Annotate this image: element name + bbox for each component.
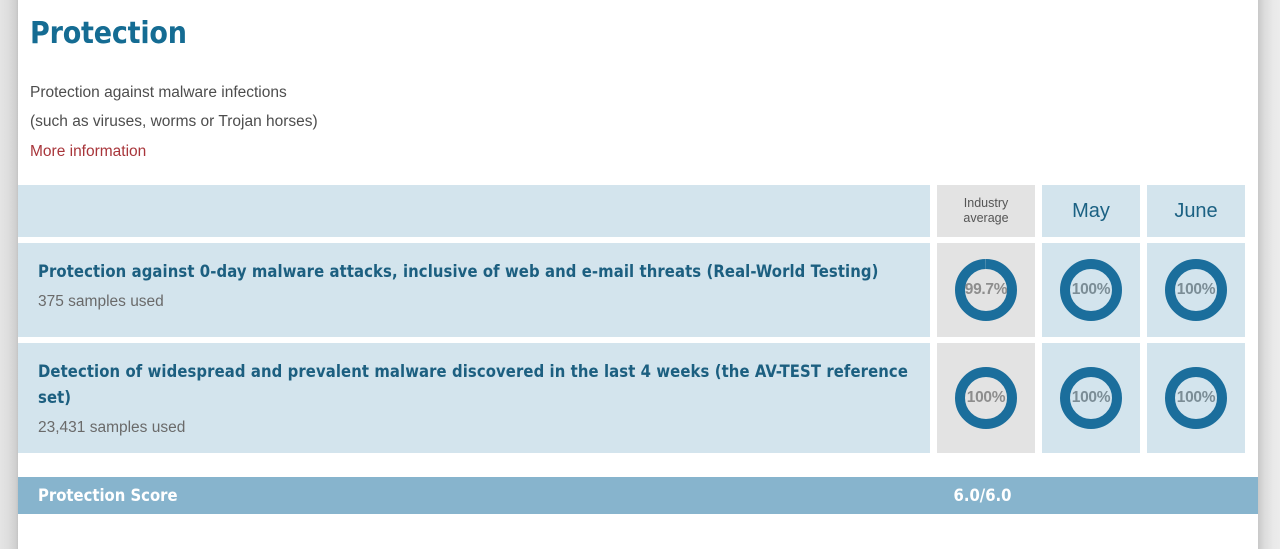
metric-cell-may: 100% — [1042, 243, 1140, 337]
donut-chart-may-row1: 100% — [1057, 256, 1125, 324]
protection-score-label: Protection Score — [38, 486, 178, 505]
protection-score-value: 6.0/6.0 — [953, 486, 1012, 505]
donut-value: 100% — [966, 389, 1006, 406]
industry-average-line-1: Industry — [963, 196, 1009, 210]
row-label-cell: Protection against 0-day malware attacks… — [18, 243, 930, 337]
donut-wrapper: 99.7% — [952, 243, 1020, 337]
description-line-1: Protection against malware infections — [30, 84, 287, 101]
donut-value: 100% — [1176, 389, 1216, 406]
page-left-gutter — [0, 0, 18, 549]
more-information-link[interactable]: More information — [30, 137, 146, 166]
donut-chart-industry-row1: 99.7% — [952, 256, 1020, 324]
column-header-june: June — [1147, 185, 1245, 237]
row-samples: 23,431 samples used — [38, 419, 186, 436]
metric-cell-june: 100% — [1147, 343, 1245, 453]
donut-wrapper: 100% — [1162, 351, 1230, 445]
donut-value: 99.7% — [964, 281, 1008, 298]
column-header-industry-average: Industry average — [937, 185, 1035, 237]
table-header-row: Industry average May June — [18, 185, 1258, 237]
protection-score-bar: Protection Score 6.0/6.0 — [18, 477, 1258, 514]
page-root: Protection Protection against malware in… — [0, 0, 1280, 549]
metric-cell-industry: 99.7% — [937, 243, 1035, 337]
donut-wrapper: 100% — [1057, 351, 1125, 445]
section-description: Protection against malware infections (s… — [30, 78, 1258, 136]
table-row: Detection of widespread and prevalent ma… — [18, 343, 1258, 453]
row-label-cell: Detection of widespread and prevalent ma… — [18, 343, 930, 453]
row-title: Detection of widespread and prevalent ma… — [38, 362, 908, 407]
donut-wrapper: 100% — [952, 351, 1020, 445]
page-right-gutter — [1258, 0, 1280, 549]
metric-cell-may: 100% — [1042, 343, 1140, 453]
results-table: Industry average May June Protection aga… — [18, 185, 1258, 459]
donut-chart-industry-row2: 100% — [952, 364, 1020, 432]
donut-chart-june-row1: 100% — [1162, 256, 1230, 324]
donut-value: 100% — [1071, 281, 1111, 298]
metric-cell-industry: 100% — [937, 343, 1035, 453]
table-row: Protection against 0-day malware attacks… — [18, 243, 1258, 337]
industry-average-line-2: average — [963, 211, 1009, 225]
page-title: Protection — [30, 16, 187, 51]
protection-card: Protection Protection against malware in… — [18, 0, 1258, 549]
intro-block: Protection Protection against malware in… — [18, 0, 1258, 166]
row-samples: 375 samples used — [38, 293, 164, 310]
donut-chart-june-row2: 100% — [1162, 364, 1230, 432]
row-title: Protection against 0-day malware attacks… — [38, 262, 879, 281]
donut-wrapper: 100% — [1057, 243, 1125, 337]
description-line-2: (such as viruses, worms or Trojan horses… — [30, 113, 318, 130]
column-header-may: May — [1042, 185, 1140, 237]
metric-cell-june: 100% — [1147, 243, 1245, 337]
header-blank-cell — [18, 185, 930, 237]
donut-wrapper: 100% — [1162, 243, 1230, 337]
donut-value: 100% — [1071, 389, 1111, 406]
donut-value: 100% — [1176, 281, 1216, 298]
donut-chart-may-row2: 100% — [1057, 364, 1125, 432]
